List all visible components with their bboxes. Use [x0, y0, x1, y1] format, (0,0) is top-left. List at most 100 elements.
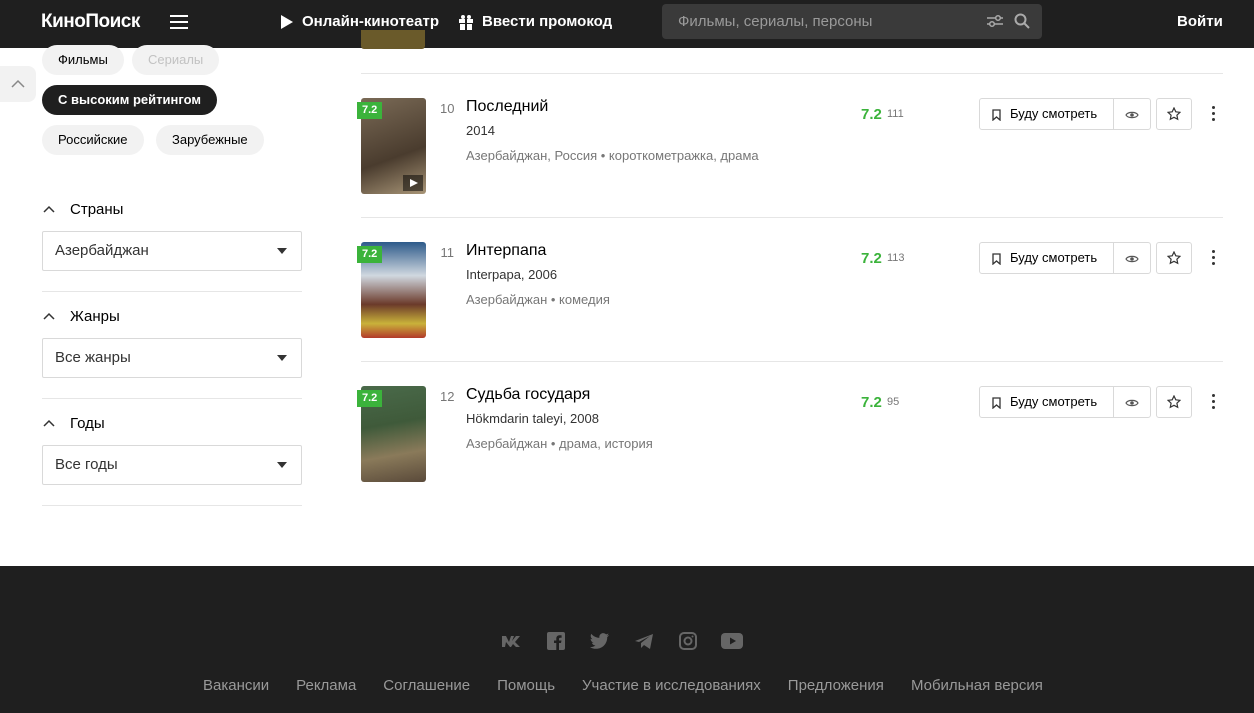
watch-later-label: Буду смотреть	[1010, 106, 1098, 121]
chip-russian[interactable]: Российские	[42, 125, 144, 155]
footer: Вакансии Реклама Соглашение Помощь Участ…	[0, 566, 1254, 713]
movie-subtitle: Hökmdarin taleyi, 2008	[466, 411, 599, 426]
countries-section-toggle[interactable]: Страны	[42, 201, 123, 218]
movie-subtitle: 2014	[466, 123, 495, 138]
gift-icon	[459, 14, 473, 30]
telegram-icon[interactable]	[632, 632, 655, 650]
chevron-up-icon	[43, 419, 55, 427]
more-options-icon[interactable]	[1210, 250, 1216, 266]
movie-title[interactable]: Судьба государя	[466, 386, 590, 404]
youtube-icon[interactable]	[720, 632, 743, 650]
movie-meta: Азербайджан • комедия	[466, 292, 610, 307]
previous-poster-fragment[interactable]	[361, 30, 425, 49]
chevron-up-icon	[11, 79, 25, 88]
twitter-icon[interactable]	[588, 632, 611, 650]
search-icon[interactable]	[1014, 13, 1030, 29]
promo-code-label: Ввести промокод	[482, 13, 613, 30]
movie-subtitle: Interpapa, 2006	[466, 267, 558, 282]
divider	[42, 505, 302, 506]
movie-title[interactable]: Интерпапа	[466, 242, 546, 260]
scroll-up-button[interactable]	[0, 66, 36, 102]
vote-count: 95	[887, 396, 900, 408]
vk-icon[interactable]	[500, 632, 523, 650]
top-header: КиноПоиск Онлайн-кинотеатр Ввести промок…	[0, 0, 1254, 48]
mark-watched-button[interactable]	[1113, 98, 1151, 130]
movie-meta: Азербайджан • драма, история	[466, 436, 653, 451]
promo-code-link[interactable]: Ввести промокод	[458, 13, 612, 30]
footer-link-help[interactable]: Помощь	[497, 677, 555, 694]
list-divider	[361, 217, 1223, 218]
years-select[interactable]: Все годы	[42, 445, 302, 485]
chip-series[interactable]: Сериалы	[132, 45, 220, 75]
eye-icon	[1125, 255, 1139, 263]
vote-count: 113	[887, 252, 905, 264]
position-number: 11	[440, 245, 455, 260]
star-icon	[1167, 107, 1181, 121]
kinopoisk-logo[interactable]: КиноПоиск	[41, 11, 140, 33]
footer-links: Вакансии Реклама Соглашение Помощь Участ…	[203, 677, 1043, 694]
mark-watched-button[interactable]	[1113, 386, 1151, 418]
rating-badge: 7.2	[357, 246, 383, 263]
filters-icon[interactable]	[986, 13, 1004, 29]
footer-link-offers[interactable]: Предложения	[788, 677, 884, 694]
more-options-icon[interactable]	[1210, 106, 1216, 122]
trailer-play-icon[interactable]	[403, 175, 423, 191]
play-icon	[281, 14, 293, 29]
social-links	[500, 632, 743, 650]
footer-link-research[interactable]: Участие в исследованиях	[582, 677, 761, 694]
watch-later-label: Буду смотреть	[1010, 394, 1098, 409]
mark-watched-button[interactable]	[1113, 242, 1151, 274]
facebook-icon[interactable]	[544, 632, 567, 650]
divider	[42, 398, 302, 399]
movie-title[interactable]: Последний	[466, 98, 548, 116]
watch-later-button[interactable]: Буду смотреть	[979, 98, 1114, 130]
genres-select[interactable]: Все жанры	[42, 338, 302, 378]
online-cinema-link[interactable]: Онлайн-кинотеатр	[281, 13, 439, 30]
divider	[42, 291, 302, 292]
countries-title: Страны	[70, 201, 124, 218]
watch-later-label: Буду смотреть	[1010, 250, 1098, 265]
genres-section-toggle[interactable]: Жанры	[42, 308, 120, 325]
years-section-toggle[interactable]: Годы	[42, 415, 105, 432]
list-divider	[361, 73, 1223, 74]
movie-rating: 7.2	[861, 106, 882, 123]
footer-link-vacancies[interactable]: Вакансии	[203, 677, 269, 694]
rating-badge: 7.2	[357, 102, 383, 119]
position-number: 12	[440, 389, 455, 404]
eye-icon	[1125, 111, 1139, 119]
star-icon	[1167, 251, 1181, 265]
bookmark-icon	[992, 397, 1001, 409]
watch-later-button[interactable]: Буду смотреть	[979, 386, 1114, 418]
rate-button[interactable]	[1156, 98, 1192, 130]
countries-value: Азербайджан	[55, 242, 149, 259]
search-input[interactable]	[678, 13, 968, 30]
chevron-up-icon	[43, 205, 55, 213]
watch-later-button[interactable]: Буду смотреть	[979, 242, 1114, 274]
footer-link-ads[interactable]: Реклама	[296, 677, 356, 694]
menu-icon[interactable]	[170, 15, 188, 29]
movie-meta: Азербайджан, Россия • короткометражка, д…	[466, 148, 759, 163]
more-options-icon[interactable]	[1210, 394, 1216, 410]
vote-count: 111	[887, 108, 904, 120]
instagram-icon[interactable]	[676, 632, 699, 650]
chip-foreign[interactable]: Зарубежные	[156, 125, 264, 155]
login-button[interactable]: Войти	[1177, 13, 1223, 30]
bookmark-icon	[992, 253, 1001, 265]
years-value: Все годы	[55, 456, 118, 473]
chip-high-rating[interactable]: С высоким рейтингом	[42, 85, 217, 115]
online-cinema-label: Онлайн-кинотеатр	[302, 13, 439, 30]
chip-films[interactable]: Фильмы	[42, 45, 124, 75]
list-divider	[361, 361, 1223, 362]
movie-rating: 7.2	[861, 394, 882, 411]
movie-rating: 7.2	[861, 250, 882, 267]
countries-select[interactable]: Азербайджан	[42, 231, 302, 271]
rate-button[interactable]	[1156, 386, 1192, 418]
rate-button[interactable]	[1156, 242, 1192, 274]
list-item: 7.2 10 Последний 2014 Азербайджан, Росси…	[357, 98, 1223, 198]
footer-link-agreement[interactable]: Соглашение	[383, 677, 470, 694]
star-icon	[1167, 395, 1181, 409]
position-number: 10	[440, 101, 455, 116]
footer-link-mobile[interactable]: Мобильная версия	[911, 677, 1043, 694]
caret-down-icon	[277, 462, 287, 468]
search-bar	[662, 4, 1042, 39]
